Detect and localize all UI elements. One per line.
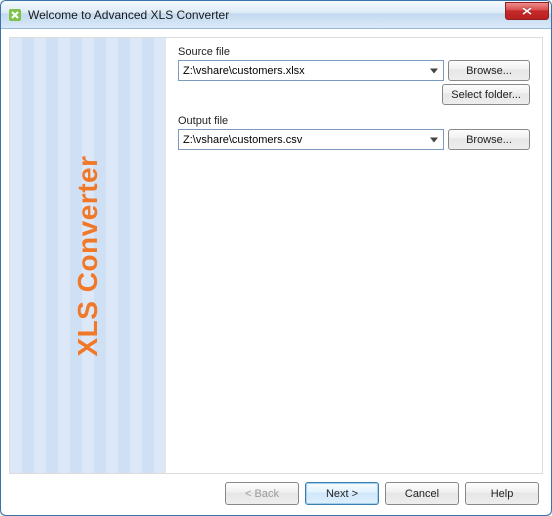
banner-text: XLS Converter (72, 155, 104, 356)
output-file-combo[interactable]: Z:\vshare\customers.csv (178, 129, 444, 150)
next-button[interactable]: Next > (305, 482, 379, 505)
back-button: < Back (225, 482, 299, 505)
app-icon (7, 7, 23, 23)
titlebar[interactable]: Welcome to Advanced XLS Converter (1, 1, 551, 29)
output-file-group: Output file Z:\vshare\customers.csv Brow… (178, 115, 530, 150)
window-title: Welcome to Advanced XLS Converter (28, 8, 229, 22)
output-file-label: Output file (178, 115, 530, 127)
chevron-down-icon[interactable] (427, 132, 441, 147)
close-button[interactable] (505, 2, 549, 20)
wizard-footer: < Back Next > Cancel Help (9, 474, 543, 507)
side-banner: XLS Converter (10, 38, 166, 473)
source-file-label: Source file (178, 46, 530, 58)
main-panel: XLS Converter Source file Z:\vshare\cust… (9, 37, 543, 474)
close-icon (522, 7, 532, 15)
client-area: XLS Converter Source file Z:\vshare\cust… (1, 29, 551, 515)
chevron-down-icon[interactable] (427, 63, 441, 78)
source-file-combo[interactable]: Z:\vshare\customers.xlsx (178, 60, 444, 81)
content-area: Source file Z:\vshare\customers.xlsx Bro… (166, 38, 542, 473)
source-file-value: Z:\vshare\customers.xlsx (183, 65, 305, 77)
output-file-value: Z:\vshare\customers.csv (183, 134, 302, 146)
wizard-window: Welcome to Advanced XLS Converter XLS Co… (0, 0, 552, 516)
cancel-button[interactable]: Cancel (385, 482, 459, 505)
select-folder-button[interactable]: Select folder... (442, 84, 530, 105)
source-file-group: Source file Z:\vshare\customers.xlsx Bro… (178, 46, 530, 105)
help-button[interactable]: Help (465, 482, 539, 505)
output-browse-button[interactable]: Browse... (448, 129, 530, 150)
source-browse-button[interactable]: Browse... (448, 60, 530, 81)
